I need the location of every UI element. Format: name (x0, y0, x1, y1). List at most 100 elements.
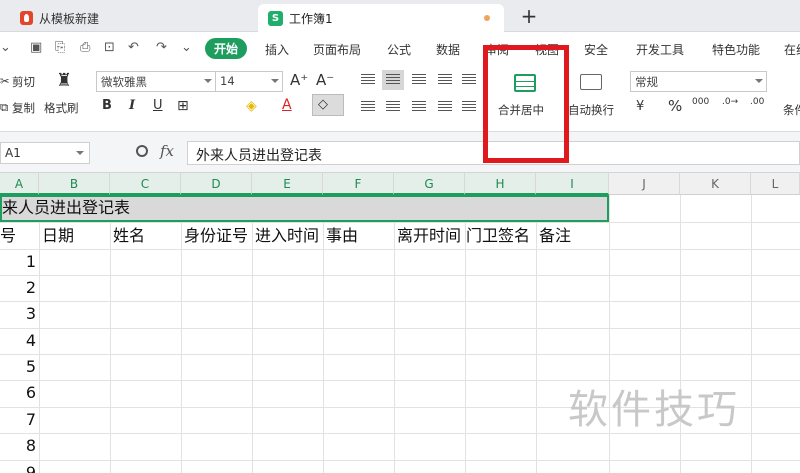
copy-button[interactable]: 复制 (12, 100, 35, 116)
underline-button[interactable]: U (153, 98, 163, 113)
export-icon[interactable]: ⎘ (55, 40, 65, 55)
menu-insert[interactable]: 插入 (265, 41, 289, 58)
header-cell-h[interactable]: 门卫签名 (466, 222, 536, 249)
column-header-i[interactable]: I (536, 173, 609, 195)
chevron-down-icon[interactable]: ⌄ (0, 40, 11, 55)
distribute-icon[interactable] (462, 101, 476, 113)
wrap-text-icon[interactable] (580, 74, 602, 90)
new-tab-button[interactable]: + (518, 4, 540, 28)
name-box[interactable]: A1 (0, 142, 90, 164)
indent-decrease-icon[interactable] (438, 74, 452, 86)
row-number-cell[interactable]: 5 (0, 357, 36, 376)
save-icon[interactable]: ▣ (30, 40, 42, 55)
format-painter-button[interactable]: 格式刷 (44, 100, 79, 116)
align-center-icon[interactable] (386, 101, 400, 113)
header-cell-b[interactable]: 日期 (42, 222, 110, 249)
column-header-f[interactable]: F (323, 173, 394, 195)
header-cell-d[interactable]: 身份证号 (184, 222, 252, 249)
bold-button[interactable]: B (102, 98, 112, 113)
align-top-icon[interactable] (361, 74, 375, 86)
undo-icon[interactable]: ↶ (128, 40, 139, 55)
font-color-icon[interactable]: A (282, 97, 292, 113)
menu-special[interactable]: 特色功能 (712, 41, 760, 58)
borders-icon[interactable]: ⊞ (177, 98, 189, 114)
header-cell-f[interactable]: 事由 (326, 222, 394, 249)
align-right-icon[interactable] (412, 101, 426, 113)
row-number-cell[interactable]: 3 (0, 304, 36, 323)
grid-line (181, 195, 182, 473)
increase-decimal-icon[interactable]: .0→ (722, 97, 738, 107)
font-size-select[interactable]: 14 (215, 71, 283, 92)
menu-start[interactable]: 开始 (205, 38, 248, 59)
column-header-e[interactable]: E (252, 173, 323, 195)
header-cell-i[interactable]: 备注 (539, 222, 609, 249)
paint-brush-icon[interactable]: ♜ (56, 70, 72, 91)
thousands-separator-icon[interactable]: 000 (692, 98, 709, 107)
currency-button[interactable]: ¥ (636, 99, 644, 114)
formula-bar: A1 fx 外来人员进出登记表 (0, 132, 800, 173)
indent-increase-icon[interactable] (462, 74, 476, 86)
decrease-decimal-icon[interactable]: .00 (750, 97, 764, 107)
fill-color-icon[interactable]: ◈ (246, 98, 257, 114)
row-number-cell[interactable]: 2 (0, 278, 36, 297)
column-header-k[interactable]: K (680, 173, 751, 195)
merged-title-cell[interactable]: 来人员进出登记表 (0, 195, 609, 222)
formula-input[interactable]: 外来人员进出登记表 (187, 141, 800, 165)
print-preview-icon[interactable]: ⊡ (104, 40, 115, 55)
row-number-cell[interactable]: 9 (0, 463, 36, 473)
menu-view[interactable]: 视图 (535, 41, 559, 58)
copy-icon[interactable]: ⧉ (0, 100, 8, 115)
print-icon[interactable]: ⎙ (80, 40, 90, 55)
customize-chevron-icon[interactable]: ⌄ (181, 40, 192, 55)
column-header-d[interactable]: D (181, 173, 252, 195)
italic-button[interactable]: I (129, 98, 135, 113)
wps-logo-icon (20, 11, 33, 25)
header-cell-e[interactable]: 进入时间 (255, 222, 323, 249)
watermark-text: 软件技巧 (568, 387, 740, 433)
header-cell-g[interactable]: 离开时间 (397, 222, 465, 249)
zoom-icon[interactable] (136, 145, 148, 157)
conditional-format-button[interactable]: 条件 (783, 102, 800, 118)
column-header-c[interactable]: C (110, 173, 181, 195)
menu-formulas[interactable]: 公式 (387, 41, 411, 58)
header-cell-c[interactable]: 姓名 (113, 222, 181, 249)
row-number-cell[interactable]: 6 (0, 383, 36, 402)
wrap-text-button[interactable]: 自动换行 (568, 102, 614, 118)
column-header-h[interactable]: H (465, 173, 536, 195)
tab-workbook[interactable]: S 工作簿1 (258, 4, 504, 32)
menu-data[interactable]: 数据 (436, 41, 460, 58)
row-number-cell[interactable]: 1 (0, 252, 36, 271)
menu-review[interactable]: 审阅 (485, 41, 509, 58)
column-header-l[interactable]: L (751, 173, 800, 195)
align-bottom-icon[interactable] (412, 74, 426, 86)
shrink-font-button[interactable]: A⁻ (316, 71, 334, 89)
grid-line (0, 460, 800, 461)
clear-format-button[interactable] (312, 94, 344, 116)
function-button[interactable]: fx (160, 142, 174, 160)
column-header-a[interactable]: A (0, 173, 39, 195)
menu-page-layout[interactable]: 页面布局 (313, 41, 361, 58)
font-name-select[interactable]: 微软雅黑 (96, 71, 216, 92)
grow-font-button[interactable]: A⁺ (290, 71, 308, 89)
column-header-b[interactable]: B (39, 173, 110, 195)
row-number-cell[interactable]: 8 (0, 436, 36, 455)
header-cell-a[interactable]: 号 (0, 222, 39, 249)
row-number-cell[interactable]: 4 (0, 331, 36, 350)
grid-line (323, 195, 324, 473)
number-format-select[interactable]: 常规 (630, 71, 767, 92)
column-header-j[interactable]: J (609, 173, 680, 195)
font-name-value: 微软雅黑 (101, 75, 147, 89)
cut-button[interactable]: 剪切 (12, 74, 35, 90)
redo-icon[interactable]: ↷ (156, 40, 167, 55)
column-header-g[interactable]: G (394, 173, 465, 195)
tab-new-from-template[interactable]: 从模板新建 (0, 4, 255, 32)
menu-developer[interactable]: 开发工具 (636, 41, 684, 58)
percent-button[interactable]: % (668, 97, 682, 115)
menu-security[interactable]: 安全 (584, 41, 608, 58)
merge-center-button[interactable]: 合并居中 (490, 72, 560, 122)
justify-icon[interactable] (438, 101, 452, 113)
menu-online[interactable]: 在线 (784, 41, 800, 58)
row-number-cell[interactable]: 7 (0, 410, 36, 429)
align-left-icon[interactable] (361, 101, 375, 113)
cut-icon[interactable]: ✂ (0, 74, 10, 88)
